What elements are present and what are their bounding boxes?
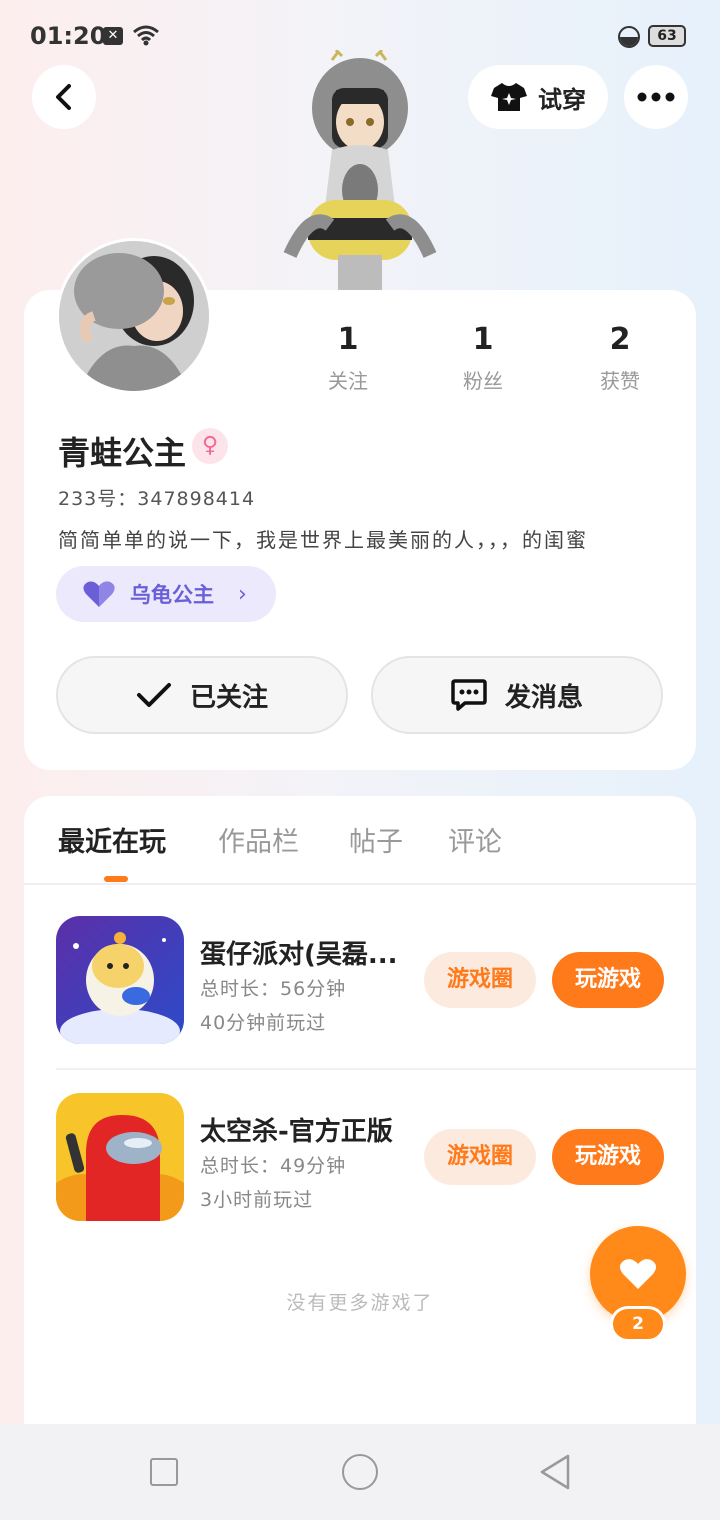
message-label: 发消息 [504, 682, 583, 713]
stat-fans-value: 1 [472, 322, 494, 357]
game-circle-button[interactable]: 游戏圈 [424, 952, 536, 1008]
recent-apps-icon[interactable] [150, 1458, 178, 1486]
stat-fans[interactable]: 1 粉丝 [443, 322, 523, 394]
female-icon: ♀ [192, 428, 228, 464]
cp-tag-label: 乌龟公主 [130, 583, 214, 607]
home-icon[interactable] [342, 1454, 378, 1490]
status-time: 01:20 [30, 22, 107, 50]
stat-likes-value: 2 [609, 322, 631, 357]
notification-icon: ✕ [103, 27, 123, 45]
tab-posts[interactable]: 帖子 [349, 820, 403, 859]
space-kill-icon [56, 1093, 184, 1221]
game-icon-space-kill[interactable] [56, 1093, 184, 1221]
stat-following-value: 1 [337, 322, 359, 357]
battery-icon: 63 [648, 25, 686, 47]
nav-back-icon[interactable] [538, 1452, 572, 1492]
message-button[interactable]: 发消息 [371, 656, 663, 734]
check-icon [136, 683, 171, 707]
cp-tag[interactable]: 乌龟公主 › [56, 566, 276, 622]
tab-indicator [104, 876, 128, 882]
game-title: 太空杀-官方正版 [200, 1117, 393, 1147]
avatar[interactable] [56, 238, 212, 394]
follow-button[interactable]: 已关注 [56, 656, 348, 734]
back-button[interactable] [32, 65, 96, 129]
game-last-played: 3小时前玩过 [200, 1189, 314, 1211]
try-on-button[interactable]: 试穿 [468, 65, 608, 129]
more-icon [637, 92, 675, 102]
like-count-badge: 2 [610, 1306, 666, 1342]
game-duration: 总时长：56分钟 [200, 978, 347, 1000]
tab-recent-played[interactable]: 最近在玩 [58, 820, 166, 859]
avatar-image [59, 241, 209, 391]
play-game-button[interactable]: 玩游戏 [552, 952, 664, 1008]
tab-comments[interactable]: 评论 [448, 820, 502, 859]
stat-likes-label: 获赞 [600, 369, 640, 393]
game-row[interactable]: 太空杀-官方正版 总时长：49分钟 3小时前玩过 游戏圈 玩游戏 [24, 1093, 696, 1243]
wifi-icon [133, 25, 159, 46]
system-nav-bar [0, 1424, 720, 1520]
row-divider [56, 1068, 696, 1070]
game-title: 蛋仔派对(吴磊... [200, 940, 398, 970]
shirt-icon [491, 83, 527, 111]
eggy-party-icon [56, 916, 184, 1044]
user-id: 233号：347898414 [58, 488, 256, 510]
chat-icon [451, 679, 487, 711]
game-duration: 总时长：49分钟 [200, 1155, 347, 1177]
stat-following-label: 关注 [328, 369, 368, 393]
back-icon [56, 84, 71, 110]
game-circle-button[interactable]: 游戏圈 [424, 1129, 536, 1185]
game-last-played: 40分钟前玩过 [200, 1012, 327, 1034]
stat-fans-label: 粉丝 [463, 369, 503, 393]
dnd-icon [618, 26, 640, 48]
heart-icon [83, 581, 115, 607]
avatar-3d-figure[interactable] [280, 50, 440, 295]
game-icon-eggy-party[interactable] [56, 916, 184, 1044]
try-on-label: 试穿 [538, 85, 586, 114]
stat-following[interactable]: 1 关注 [308, 322, 388, 394]
heart-icon [619, 1259, 657, 1289]
chevron-right-icon: › [238, 581, 247, 607]
follow-label: 已关注 [189, 682, 268, 713]
profile-name: 青蛙公主 [58, 434, 187, 472]
tab-works[interactable]: 作品栏 [218, 820, 299, 859]
profile-bio: 简简单单的说一下，我是世界上最美丽的人，，，的闺蜜 [58, 528, 588, 552]
game-row[interactable]: 蛋仔派对(吴磊... 总时长：56分钟 40分钟前玩过 游戏圈 玩游戏 [24, 916, 696, 1066]
play-game-button[interactable]: 玩游戏 [552, 1129, 664, 1185]
more-button[interactable] [624, 65, 688, 129]
stat-likes[interactable]: 2 获赞 [580, 322, 660, 394]
tab-divider [24, 883, 696, 885]
